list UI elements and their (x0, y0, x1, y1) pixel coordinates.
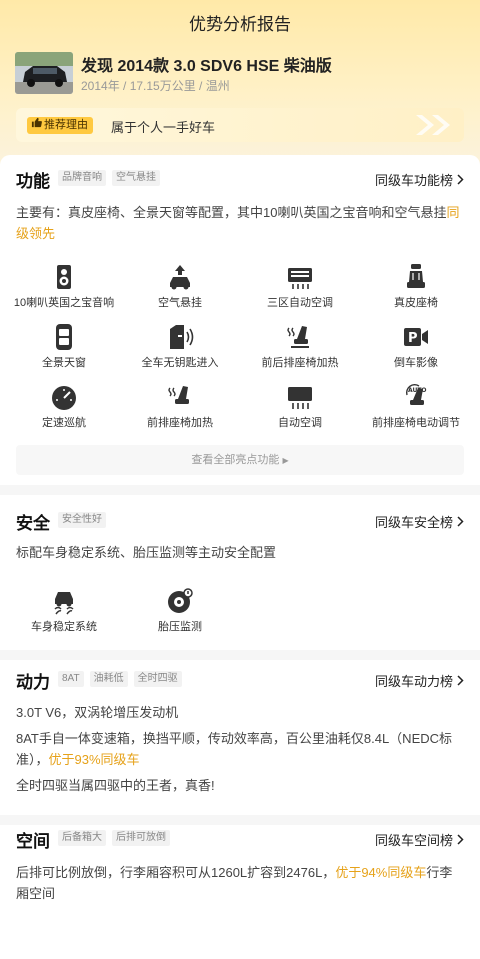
reverse-camera-icon: P (404, 328, 428, 346)
stability-control-icon (54, 592, 74, 615)
svg-text:P: P (408, 331, 418, 346)
tag: 油耗低 (89, 671, 128, 687)
feature-label: 前排座椅电动调节 (372, 417, 460, 429)
tire-pressure-icon (168, 588, 193, 613)
feature-label: 车身稳定系统 (31, 621, 97, 633)
tag: 后排可放倒 (112, 830, 170, 846)
safety-tags: 安全性好 (58, 512, 106, 528)
feature-label: 真皮座椅 (394, 297, 438, 309)
function-desc: 主要有：真皮座椅、全景天窗等配置，其中10喇叭英国之宝音响和空气悬挂同级领先 (16, 202, 464, 244)
safety-title: 安全 (16, 514, 50, 533)
svg-text:AUTO: AUTO (408, 387, 427, 394)
space-rank-label: 同级车空间榜 (374, 833, 453, 848)
recommend-text: 属于个人一手好车 (111, 120, 216, 135)
chevron-right-icon (457, 174, 464, 185)
feature-item[interactable]: 10喇叭英国之宝音响 (4, 263, 124, 310)
feature-item[interactable]: 车身稳定系统 (4, 587, 124, 634)
recommend-badge: 推荐理由 (27, 117, 93, 134)
safety-card: 安全 安全性好 同级车安全榜 标配车身稳定系统、胎压监测等主动安全配置 车身稳定… (0, 495, 480, 650)
play-triangle-icon: ▶ (282, 456, 289, 465)
cruise-control-icon (52, 386, 76, 410)
function-rank-link[interactable]: 同级车功能榜 (375, 170, 464, 189)
feature-item[interactable]: 定速巡航 (4, 383, 124, 430)
power-seat-icon: AUTO (405, 384, 427, 405)
feature-label: 定速巡航 (42, 417, 86, 429)
space-rank-link[interactable]: 同级车空间榜 (375, 830, 464, 849)
panoramic-sunroof-icon (56, 324, 72, 350)
page-title: 优势分析报告 (189, 15, 291, 34)
power-rank-link[interactable]: 同级车动力榜 (375, 671, 464, 690)
feature-label: 自动空调 (278, 417, 322, 429)
air-suspension-icon (170, 265, 190, 290)
function-tags: 品牌音响 空气悬挂 (58, 170, 160, 186)
function-rank-label: 同级车功能榜 (374, 173, 453, 188)
tag: 安全性好 (58, 512, 106, 528)
feature-label: 胎压监测 (158, 621, 202, 633)
feature-item[interactable]: 空气悬挂 (120, 263, 240, 310)
keyless-entry-icon (170, 325, 194, 349)
tag: 全时四驱 (133, 671, 182, 687)
power-drivetrain: 全时四驱当属四驱中的王者，真香! (16, 778, 215, 793)
function-card: 功能 品牌音响 空气悬挂 同级车功能榜 主要有：真皮座椅、全景天窗等配置，其中1… (0, 155, 480, 485)
chevron-right-icon (457, 834, 464, 845)
power-transmission: 8AT手自一体变速箱，换挡平顺，传动效率高，百公里油耗仅8.4L（NEDC标准）… (16, 728, 464, 770)
car-meta: 2014年 / 17.15万公里 / 温州 (81, 79, 230, 93)
chevron-right-icon (457, 516, 464, 527)
safety-rank-link[interactable]: 同级车安全榜 (375, 512, 464, 531)
space-highlight: 优于94%同级车 (335, 865, 427, 880)
feature-item[interactable]: 真皮座椅 (356, 263, 476, 310)
feature-item[interactable]: 全景天窗 (4, 323, 124, 370)
space-title: 空间 (16, 832, 50, 851)
feature-label: 空气悬挂 (158, 297, 202, 309)
chevron-right-icon (457, 675, 464, 686)
power-card: 动力 8AT 油耗低 全时四驱 同级车动力榜 3.0T V6，双涡轮增压发动机 … (0, 660, 480, 815)
tag: 空气悬挂 (112, 170, 160, 186)
feature-item[interactable]: 自动空调 (240, 383, 360, 430)
safety-rank-label: 同级车安全榜 (374, 515, 453, 530)
auto-ac-icon (288, 387, 312, 409)
front-seat-heating-icon (168, 386, 189, 404)
space-desc-text: 后排可比例放倒，行李厢容积可从1260L扩容到2476L， (16, 865, 336, 880)
feature-label: 前排座椅加热 (147, 417, 213, 429)
feature-label: 全车无钥匙进入 (141, 357, 219, 369)
space-desc: 后排可比例放倒，行李厢容积可从1260L扩容到2476L，优于94%同级车行李厢… (16, 862, 464, 904)
feature-item[interactable]: P 倒车影像 (356, 323, 476, 370)
feature-label: 前后排座椅加热 (261, 357, 339, 369)
climate-zones-icon (288, 268, 312, 289)
view-all-features-button[interactable]: 查看全部亮点功能 ▶ (16, 445, 464, 475)
car-thumbnail[interactable] (15, 52, 73, 94)
power-engine: 3.0T V6，双涡轮增压发动机 (16, 705, 179, 720)
feature-item[interactable]: 全车无钥匙进入 (120, 323, 240, 370)
function-desc-text: 主要有：真皮座椅、全景天窗等配置，其中10喇叭英国之宝音响和空气悬挂 (16, 205, 447, 220)
speaker-icon (57, 265, 71, 289)
power-title: 动力 (16, 673, 50, 692)
space-card: 空间 后备箱大 后排可放倒 同级车空间榜 后排可比例放倒，行李厢容积可从1260… (0, 825, 480, 959)
feature-item[interactable]: 三区自动空调 (240, 263, 360, 310)
feature-label: 全景天窗 (42, 357, 86, 369)
feature-label: 倒车影像 (394, 357, 438, 369)
space-tags: 后备箱大 后排可放倒 (58, 830, 170, 846)
car-title: 发现 2014款 3.0 SDV6 HSE 柴油版 (81, 58, 332, 75)
tag: 品牌音响 (58, 170, 106, 186)
tag: 8AT (58, 671, 84, 687)
power-rank-label: 同级车动力榜 (374, 674, 453, 689)
feature-item[interactable]: 胎压监测 (120, 587, 240, 634)
thumbs-up-icon (31, 117, 42, 134)
leather-seat-icon (407, 264, 425, 288)
feature-label: 10喇叭英国之宝音响 (13, 297, 115, 309)
safety-desc: 标配车身稳定系统、胎压监测等主动安全配置 (16, 545, 277, 560)
chevron-decor-icon (412, 112, 456, 142)
power-highlight: 优于93%同级车 (48, 752, 140, 767)
seat-heating-front-rear-icon (287, 326, 309, 348)
view-all-label: 查看全部亮点功能 (191, 454, 280, 466)
tag: 后备箱大 (58, 830, 106, 846)
power-tags: 8AT 油耗低 全时四驱 (58, 671, 182, 687)
feature-item[interactable]: 前后排座椅加热 (240, 323, 360, 370)
recommend-reason-box: 推荐理由 属于个人一手好车 (16, 108, 464, 142)
feature-item[interactable]: 前排座椅加热 (120, 383, 240, 430)
recommend-badge-label: 推荐理由 (44, 119, 88, 131)
feature-label: 三区自动空调 (267, 297, 333, 309)
feature-item[interactable]: AUTO 前排座椅电动调节 (356, 383, 476, 430)
function-title: 功能 (16, 172, 50, 191)
